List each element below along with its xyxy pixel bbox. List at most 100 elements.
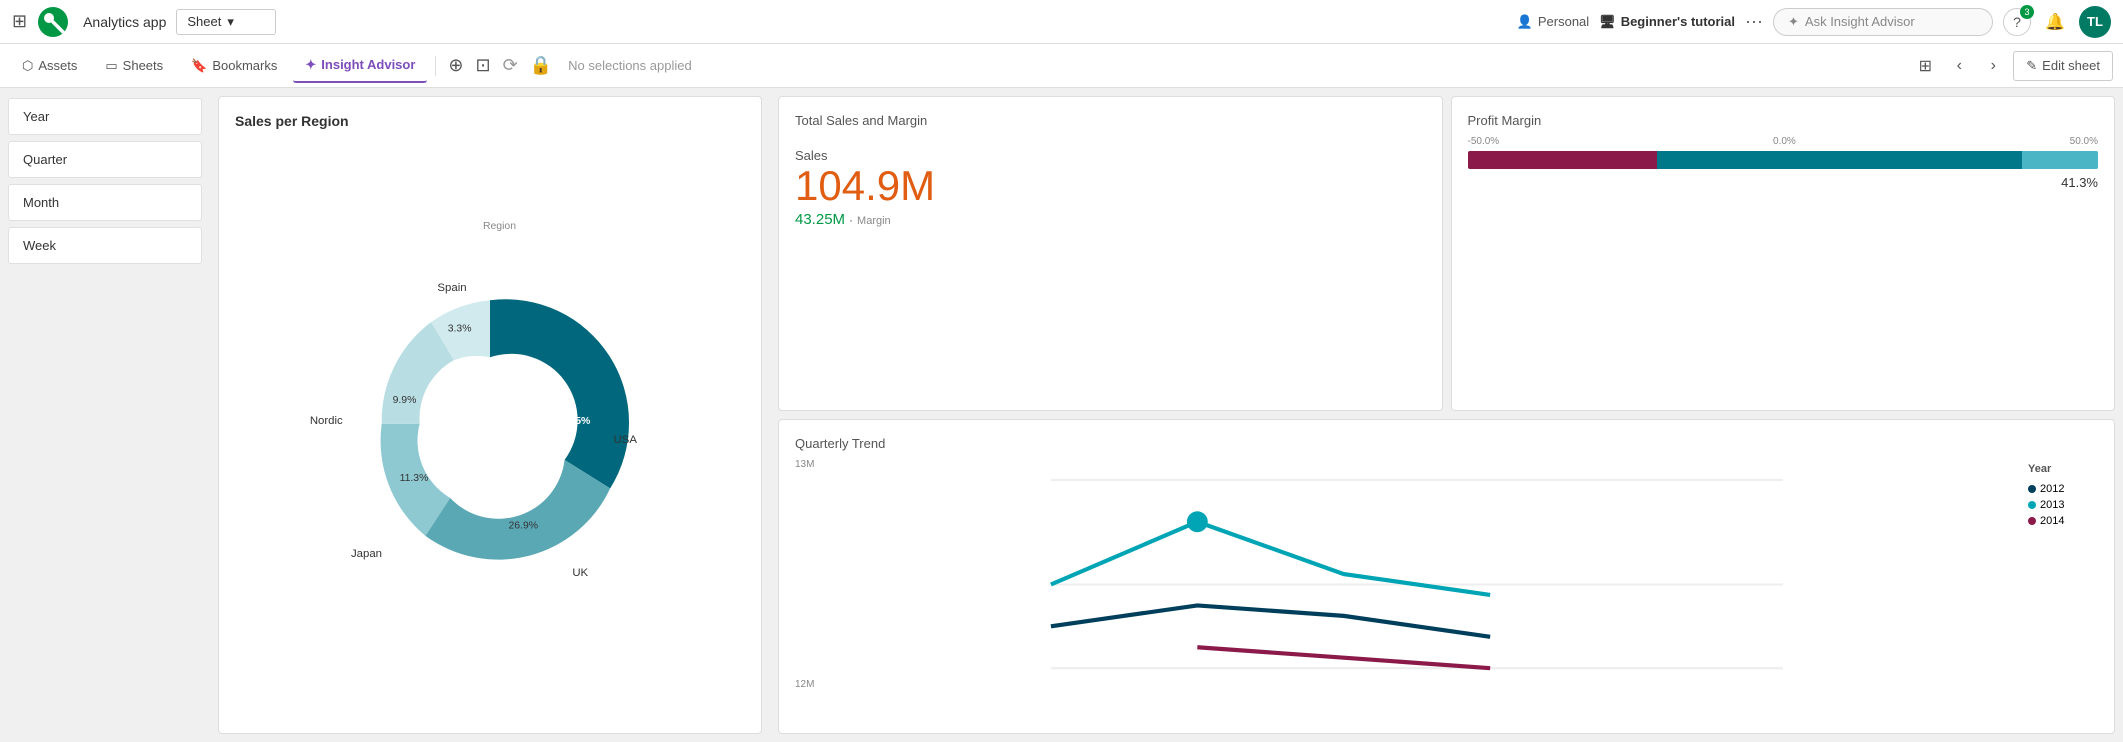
apps-grid-icon[interactable]: ⊞: [12, 11, 27, 32]
profit-margin-title: Profit Margin: [1468, 113, 2099, 128]
zoom-select-icon[interactable]: ⊕: [444, 51, 467, 80]
person-icon: 👤: [1517, 14, 1533, 30]
edit-sheet-label: Edit sheet: [2042, 58, 2100, 73]
legend-dot-2014: [2028, 517, 2036, 525]
sheet-dropdown[interactable]: Sheet ▾: [176, 9, 276, 35]
sales-margin: 43.25M · Margin: [795, 211, 1426, 228]
user-avatar[interactable]: TL: [2079, 6, 2111, 38]
monitor-icon: 🖥: [1599, 14, 1616, 30]
tutorial-label: Beginner's tutorial: [1621, 14, 1735, 29]
donut-segment-uk[interactable]: [425, 460, 610, 560]
legend-item-2013: 2013: [2028, 499, 2098, 511]
legend-title: Year: [2028, 463, 2098, 475]
grid-layout-button[interactable]: ⊞: [1911, 52, 1939, 80]
pct-japan: 11.3%: [400, 473, 429, 484]
lock-icon[interactable]: 🔒: [526, 51, 556, 80]
trend-svg: [795, 459, 2018, 710]
label-nordic: Nordic: [310, 415, 343, 427]
margin-dash: ·: [849, 213, 853, 227]
donut-segment-usa[interactable]: [490, 299, 629, 488]
notification-badge: 3: [2020, 5, 2034, 19]
tutorial-button[interactable]: 🖥 Beginner's tutorial: [1599, 14, 1735, 30]
pct-spain: 3.3%: [448, 324, 472, 335]
trend-content: 13M 12M: [795, 459, 2098, 710]
total-sales-card: Total Sales and Margin Sales 104.9M 43.2…: [778, 96, 1443, 411]
sidebar-week-label: Week: [23, 238, 56, 253]
more-options-button[interactable]: ···: [1745, 11, 1763, 32]
top-bar: ⊞ Analytics app Sheet ▾ 👤 Personal 🖥 Beg…: [0, 0, 2123, 44]
nav-divider: [435, 56, 436, 76]
left-panel: Sales per Region Region: [210, 88, 770, 742]
profit-margin-card: Profit Margin -50.0% 0.0% 50.0% 41.3%: [1451, 96, 2116, 411]
sub-nav: ⬡ Assets ▭ Sheets 🔖 Bookmarks ✦ Insight …: [0, 44, 2123, 88]
legend-label-2012: 2012: [2040, 483, 2064, 495]
quarterly-trend-title: Quarterly Trend: [795, 436, 2098, 451]
profit-scale-max: 50.0%: [2070, 136, 2098, 147]
profit-percentage: 41.3%: [1468, 175, 2099, 190]
sidebar-month-label: Month: [23, 195, 59, 210]
bell-icon: 🔔: [2045, 12, 2065, 32]
sidebar-item-week[interactable]: Week: [8, 227, 202, 264]
legend-dot-2012: [2028, 485, 2036, 493]
profit-scale: -50.0% 0.0% 50.0%: [1468, 136, 2099, 147]
sidebar-item-quarter[interactable]: Quarter: [8, 141, 202, 178]
qlik-logo: [37, 6, 69, 38]
help-icon: ?: [2013, 14, 2021, 30]
trend-dot-2013: [1187, 511, 1208, 532]
trend-legend: Year 2012 2013 2014: [2018, 459, 2098, 710]
insight-advisor-nav-item[interactable]: ✦ Insight Advisor: [293, 49, 427, 83]
sheets-nav-item[interactable]: ▭ Sheets: [93, 50, 175, 82]
donut-chart-container: Region USA UK: [235, 137, 745, 701]
main-layout: Year Quarter Month Week Sales per Region…: [0, 88, 2123, 742]
donut-chart-svg: Region USA UK: [300, 209, 680, 629]
label-spain: Spain: [437, 282, 466, 294]
legend-item-2012: 2012: [2028, 483, 2098, 495]
profit-bar-negative: [1468, 151, 1657, 169]
bookmark-icon: 🔖: [191, 58, 207, 74]
sales-per-region-title: Sales per Region: [235, 113, 745, 129]
personal-label: Personal: [1538, 14, 1589, 29]
profit-scale-mid: 0.0%: [1773, 136, 1796, 147]
insight-placeholder: Ask Insight Advisor: [1805, 14, 1915, 29]
expand-icon[interactable]: ⊡: [472, 51, 495, 80]
trend-line-2014: [1197, 647, 1490, 668]
insight-advisor-search[interactable]: ✦ Ask Insight Advisor: [1773, 8, 1993, 36]
margin-label: Margin: [857, 215, 891, 227]
label-uk: UK: [572, 567, 588, 579]
legend-item-2014: 2014: [2028, 515, 2098, 527]
right-panel: Total Sales and Margin Sales 104.9M 43.2…: [770, 88, 2123, 742]
profit-bar-accent: [2022, 151, 2098, 169]
personal-button[interactable]: 👤 Personal: [1517, 14, 1590, 30]
sparkle-icon: ✦: [1788, 14, 1799, 30]
notifications-button[interactable]: 🔔: [2041, 8, 2069, 36]
bookmarks-nav-item[interactable]: 🔖 Bookmarks: [179, 50, 289, 82]
profit-bar-track: [1468, 151, 2099, 169]
sheet-label: Sheet: [187, 14, 221, 29]
forward-icon[interactable]: ⟳: [499, 51, 522, 80]
legend-dot-2013: [2028, 501, 2036, 509]
prev-sheet-button[interactable]: ‹: [1945, 52, 1973, 80]
pct-nordic: 9.9%: [393, 395, 417, 406]
pencil-icon: ✎: [2026, 58, 2037, 74]
assets-icon: ⬡: [22, 58, 33, 74]
pct-usa: 45.5%: [561, 416, 591, 427]
dropdown-chevron-icon: ▾: [227, 14, 234, 30]
sidebar-year-label: Year: [23, 109, 49, 124]
sidebar-item-month[interactable]: Month: [8, 184, 202, 221]
help-button[interactable]: ? 3: [2003, 8, 2031, 36]
edit-sheet-button[interactable]: ✎ Edit sheet: [2013, 51, 2113, 81]
trend-chart: 13M 12M: [795, 459, 2018, 710]
profit-scale-min: -50.0%: [1468, 136, 1500, 147]
sidebar-item-year[interactable]: Year: [8, 98, 202, 135]
label-usa: USA: [614, 434, 638, 446]
legend-label-2013: 2013: [2040, 499, 2064, 511]
sheets-icon: ▭: [105, 58, 117, 74]
bookmarks-label: Bookmarks: [212, 58, 277, 73]
assets-nav-item[interactable]: ⬡ Assets: [10, 50, 89, 82]
margin-value: 43.25M: [795, 211, 845, 228]
trend-line-2012: [1051, 605, 1490, 636]
app-name: Analytics app: [83, 14, 166, 30]
next-sheet-button[interactable]: ›: [1979, 52, 2007, 80]
region-legend-label: Region: [483, 221, 516, 232]
sales-per-region-card: Sales per Region Region: [218, 96, 762, 734]
